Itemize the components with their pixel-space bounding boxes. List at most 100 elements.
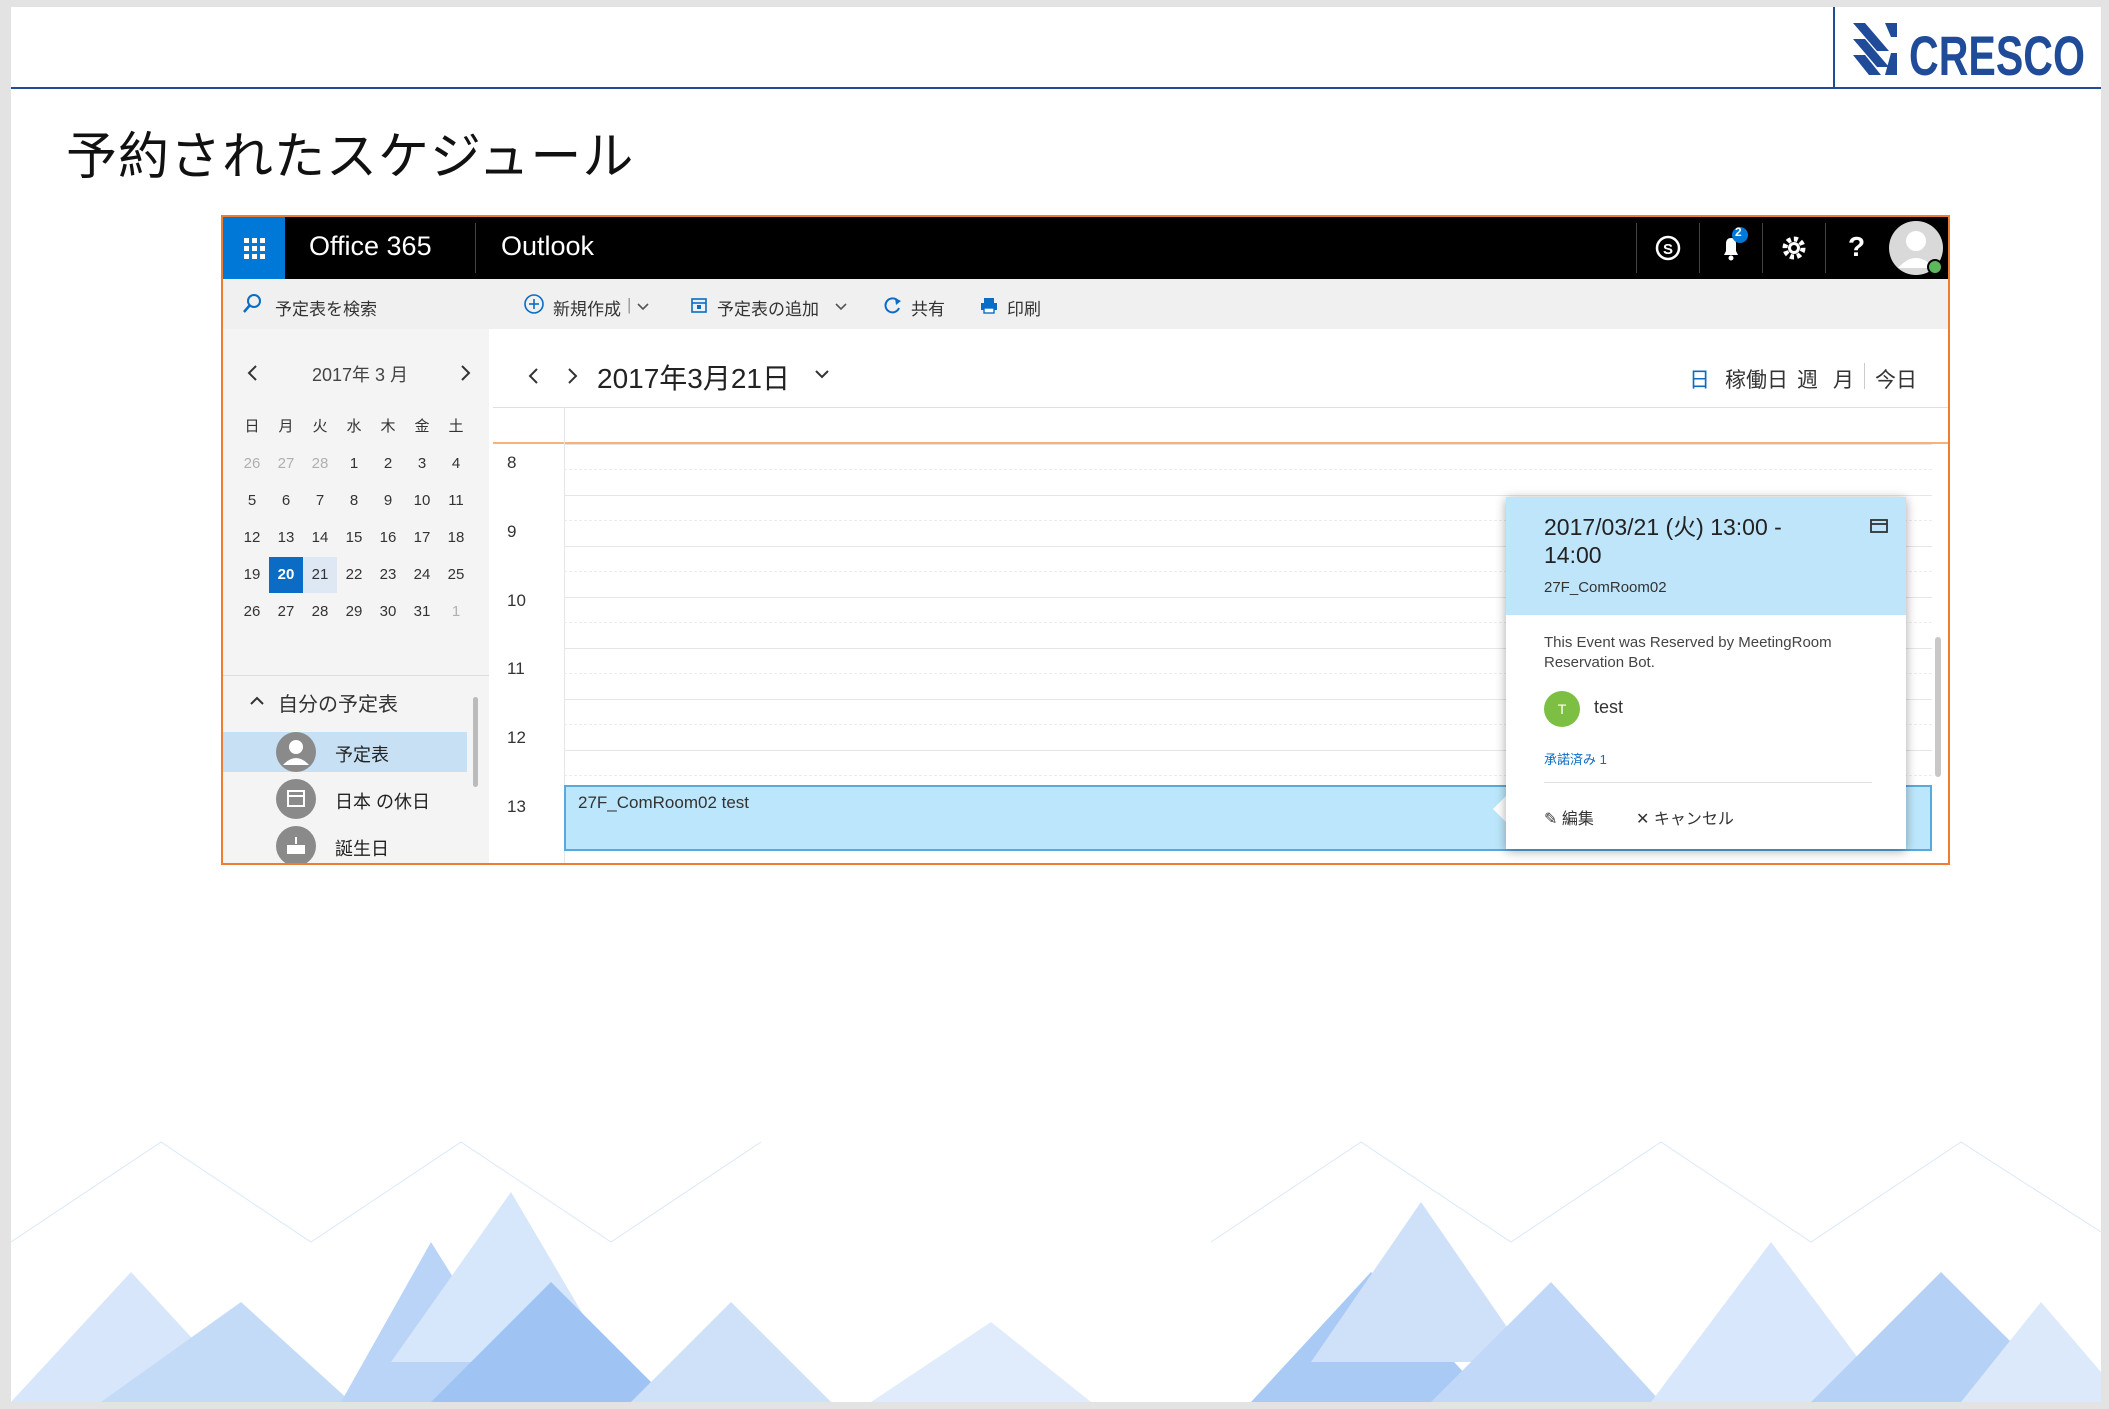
mini-calendar-day[interactable]: 3 [405,446,439,482]
close-icon: ✕ [1636,811,1650,828]
mini-calendar-day[interactable]: 5 [235,483,269,519]
view-day-button[interactable]: 日 [1689,364,1710,394]
hour-label: 11 [507,659,525,678]
calendar-item-holidays[interactable]: 日本 の休日 [223,779,467,819]
avatar[interactable] [1888,220,1944,276]
mini-calendar-day[interactable]: 29 [337,594,371,630]
mini-calendar-day[interactable]: 30 [371,594,405,630]
event-description: This Event was Reserved by MeetingRoom R… [1544,634,1832,671]
settings-button[interactable] [1763,217,1825,279]
logo-divider [1833,7,1835,89]
person-icon [276,732,316,772]
mini-calendar-day[interactable]: 28 [303,594,337,630]
chevron-down-icon[interactable] [811,363,833,385]
new-dropdown-divider: | [627,295,632,314]
mini-calendar-day[interactable]: 6 [269,483,303,519]
edit-button[interactable]: ✎ 編集 [1544,805,1594,829]
grid-top-border [493,407,1948,408]
calendar-item-label: 誕生日 [335,839,389,859]
mini-calendar-day[interactable]: 17 [405,520,439,556]
mini-calendar-day[interactable]: 27 [269,446,303,482]
calendar-icon [276,779,316,819]
popup-pointer [1493,795,1507,823]
mini-calendar-day-selected[interactable]: 20 [269,557,303,593]
chevron-up-icon[interactable] [247,691,267,711]
print-button[interactable]: 印刷 [1007,295,1041,320]
search-input[interactable]: 予定表を検索 [275,295,377,320]
cresco-logo: CRESCO [1853,23,2085,83]
mini-calendar-day[interactable]: 2 [371,446,405,482]
share-button[interactable]: 共有 [911,295,945,320]
current-date-title[interactable]: 2017年3月21日 [597,357,790,397]
next-day-icon[interactable] [561,365,583,387]
view-week-button[interactable]: 週 [1797,364,1818,394]
mini-calendar-day[interactable]: 7 [303,483,337,519]
weekday-label: 火 [312,418,328,435]
mini-calendar-day[interactable]: 9 [371,483,405,519]
help-button[interactable]: ? [1826,217,1888,279]
previous-day-icon[interactable] [523,365,545,387]
calendar-item-birthdays[interactable]: 誕生日 [223,826,467,863]
calendar-item-label: 日本 の休日 [335,792,431,812]
chevron-left-icon[interactable] [243,363,263,383]
mini-calendar-day[interactable]: 1 [337,446,371,482]
left-pane-scrollbar[interactable] [473,697,478,787]
add-calendar-button[interactable]: 予定表の追加 [717,295,819,320]
mini-calendar-day[interactable]: 26 [235,446,269,482]
skype-button[interactable]: S [1637,217,1699,279]
view-separator [1864,363,1865,389]
chevron-right-icon[interactable] [455,363,475,383]
mini-calendar-day[interactable]: 27 [269,594,303,630]
waffle-icon [244,238,265,259]
weekday-label: 木 [380,418,396,435]
mini-calendar-day[interactable]: 15 [337,520,371,556]
mini-calendar-day[interactable]: 8 [337,483,371,519]
mini-calendar-day[interactable]: 18 [439,520,473,556]
notifications-button[interactable]: 2 [1700,217,1762,279]
view-month-button[interactable]: 月 [1833,364,1854,394]
chevron-down-icon[interactable] [833,299,849,315]
calendar-item-default[interactable]: 予定表 [223,732,467,772]
app-name[interactable]: Outlook [501,231,594,262]
grid-scrollbar[interactable] [1935,637,1941,777]
mini-calendar-day[interactable]: 10 [405,483,439,519]
new-button[interactable]: 新規作成 [553,295,621,320]
mini-calendar-title[interactable]: 2017年 3 月 [305,361,415,387]
app-launcher-button[interactable] [223,217,285,279]
mini-calendar-day[interactable]: 24 [405,557,439,593]
view-workweek-button[interactable]: 稼働日 [1725,364,1788,394]
mini-calendar-day[interactable]: 25 [439,557,473,593]
weekday-label: 金 [414,418,430,435]
mini-calendar-day[interactable]: 19 [235,557,269,593]
suite-name[interactable]: Office 365 [309,231,432,262]
mini-calendar-day[interactable]: 11 [439,483,473,519]
svg-text:CRESCO: CRESCO [1909,24,2085,83]
my-calendars-header[interactable]: 自分の予定表 [278,688,398,717]
attendee-name: test [1594,697,1624,717]
slide-title: 予約されたスケジュール [66,128,635,187]
mini-calendar-day[interactable]: 16 [371,520,405,556]
mini-calendar-day[interactable]: 26 [235,594,269,630]
calendar-add-icon [691,298,707,313]
today-button[interactable]: 今日 [1875,364,1917,394]
mini-calendar-day[interactable]: 13 [269,520,303,556]
calendar-icon[interactable] [1868,515,1890,537]
plus-circle-icon [524,294,544,314]
mini-calendar-day[interactable]: 1 [439,594,473,630]
mini-calendar-day[interactable]: 22 [337,557,371,593]
mini-calendar-day[interactable]: 14 [303,520,337,556]
bell-icon [1724,227,1748,261]
mini-calendar-day[interactable]: 31 [405,594,439,630]
mini-calendar-day[interactable]: 12 [235,520,269,556]
cancel-event-button[interactable]: ✕ キャンセル [1636,805,1734,829]
header-rule [11,87,2101,89]
edit-label: 編集 [1561,811,1594,828]
mini-calendar-day[interactable]: 28 [303,446,337,482]
accepted-count-link[interactable]: 承諾済み 1 [1544,749,1607,768]
mini-calendar-day[interactable]: 23 [371,557,405,593]
gear-icon [1782,236,1806,260]
mini-calendar-day[interactable]: 21 [303,557,337,593]
calendar-item-label: 予定表 [335,745,389,765]
chevron-down-icon[interactable] [635,299,651,315]
mini-calendar-day[interactable]: 4 [439,446,473,482]
